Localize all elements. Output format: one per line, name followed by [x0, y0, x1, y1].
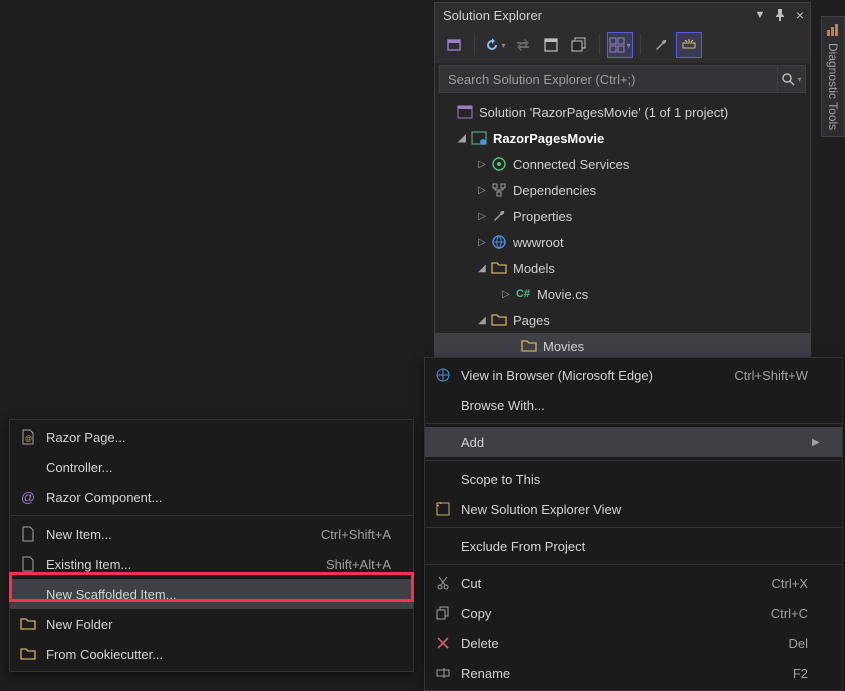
solution-explorer-panel: Solution Explorer ▼ × ▾ ▾ — [434, 2, 811, 364]
tree-solution[interactable]: Solution 'RazorPagesMovie' (1 of 1 proje… — [441, 99, 810, 125]
search-input[interactable] — [440, 72, 777, 87]
solution-icon — [455, 103, 475, 121]
tree-project[interactable]: ◢ RazorPagesMovie — [441, 125, 810, 151]
swap-icon[interactable] — [510, 32, 536, 58]
rename-icon — [425, 666, 461, 680]
chevron-right-icon: ▶ — [812, 437, 824, 448]
razor-component-icon: @ — [10, 489, 46, 505]
menu-copy[interactable]: Copy Ctrl+C — [425, 598, 842, 628]
submenu-controller[interactable]: Controller... — [10, 452, 413, 482]
tree-label: Movies — [543, 339, 584, 354]
submenu-new-scaffolded-item[interactable]: New Scaffolded Item... — [10, 579, 413, 609]
existing-item-icon — [10, 556, 46, 572]
home-icon[interactable] — [441, 32, 467, 58]
windows-icon[interactable] — [566, 32, 592, 58]
new-item-icon — [10, 526, 46, 542]
menu-scope-to-this[interactable]: Scope to This — [425, 464, 842, 494]
new-view-icon — [425, 501, 461, 517]
show-all-icon[interactable]: ▾ — [607, 32, 633, 58]
tree-label: Connected Services — [513, 157, 629, 172]
csharp-icon: C# — [513, 285, 533, 303]
tree-wwwroot[interactable]: ▷ wwwroot — [441, 229, 810, 255]
tree-label: Models — [513, 261, 555, 276]
folder-icon — [489, 259, 509, 277]
menu-view-in-browser[interactable]: View in Browser (Microsoft Edge) Ctrl+Sh… — [425, 360, 842, 390]
copy-icon — [425, 606, 461, 620]
properties-icon — [489, 207, 509, 225]
csproj-icon — [469, 129, 489, 147]
menu-add[interactable]: Add ▶ — [425, 427, 842, 457]
wrench-icon[interactable] — [648, 32, 674, 58]
tree-moviecs[interactable]: ▷ C# Movie.cs — [441, 281, 810, 307]
folder-icon — [519, 337, 539, 355]
side-tab-label: Diagnostic Tools — [826, 43, 840, 130]
submenu-new-folder[interactable]: New Folder — [10, 609, 413, 639]
menu-new-solution-view[interactable]: New Solution Explorer View — [425, 494, 842, 524]
panel-header: Solution Explorer ▼ × — [435, 3, 810, 27]
add-submenu: @ Razor Page... Controller... @ Razor Co… — [9, 419, 414, 672]
panel-toolbar: ▾ ▾ — [435, 27, 810, 63]
tree-label: Dependencies — [513, 183, 596, 198]
globe-icon — [489, 233, 509, 251]
tree-label: Movie.cs — [537, 287, 588, 302]
context-menu: View in Browser (Microsoft Edge) Ctrl+Sh… — [424, 357, 843, 691]
menu-separator — [10, 515, 413, 516]
dependencies-icon — [489, 181, 509, 199]
menu-rename[interactable]: Rename F2 — [425, 658, 842, 688]
cut-icon — [425, 576, 461, 590]
tree-movies[interactable]: Movies — [435, 333, 810, 359]
pin-icon[interactable] — [770, 5, 790, 25]
menu-separator — [425, 460, 842, 461]
tree-label: RazorPagesMovie — [493, 131, 604, 146]
close-icon[interactable]: × — [790, 5, 810, 25]
delete-icon — [425, 636, 461, 650]
submenu-existing-item[interactable]: Existing Item... Shift+Alt+A — [10, 549, 413, 579]
new-folder-icon — [10, 617, 46, 631]
diagnostic-tools-tab[interactable]: Diagnostic Tools — [821, 16, 845, 137]
submenu-razor-page[interactable]: @ Razor Page... — [10, 422, 413, 452]
tree-properties[interactable]: ▷ Properties — [441, 203, 810, 229]
tree-pages[interactable]: ◢ Pages — [441, 307, 810, 333]
connected-icon — [489, 155, 509, 173]
tree-models[interactable]: ◢ Models — [441, 255, 810, 281]
search-icon[interactable]: ▾ — [777, 66, 805, 92]
menu-separator — [425, 527, 842, 528]
razor-page-icon: @ — [10, 429, 46, 445]
tree-label: Pages — [513, 313, 550, 328]
tree-label: wwwroot — [513, 235, 564, 250]
menu-cut[interactable]: Cut Ctrl+X — [425, 568, 842, 598]
search-box[interactable]: ▾ — [439, 65, 806, 93]
window-icon[interactable] — [538, 32, 564, 58]
preview-icon[interactable] — [676, 32, 702, 58]
tree-label: Solution 'RazorPagesMovie' (1 of 1 proje… — [479, 105, 728, 120]
folder-icon — [489, 311, 509, 329]
menu-delete[interactable]: Delete Del — [425, 628, 842, 658]
submenu-razor-component[interactable]: @ Razor Component... — [10, 482, 413, 512]
refresh-icon[interactable]: ▾ — [482, 32, 508, 58]
menu-separator — [425, 423, 842, 424]
solution-tree: Solution 'RazorPagesMovie' (1 of 1 proje… — [435, 97, 810, 363]
menu-exclude[interactable]: Exclude From Project — [425, 531, 842, 561]
svg-text:@: @ — [25, 436, 32, 443]
menu-browse-with[interactable]: Browse With... — [425, 390, 842, 420]
tree-dependencies[interactable]: ▷ Dependencies — [441, 177, 810, 203]
menu-separator — [425, 564, 842, 565]
tree-connected-services[interactable]: ▷ Connected Services — [441, 151, 810, 177]
panel-title: Solution Explorer — [443, 8, 750, 23]
tree-label: Properties — [513, 209, 572, 224]
browser-icon — [425, 367, 461, 383]
cookiecutter-icon — [10, 647, 46, 661]
submenu-new-item[interactable]: New Item... Ctrl+Shift+A — [10, 519, 413, 549]
panel-dropdown-button[interactable]: ▼ — [750, 5, 770, 25]
